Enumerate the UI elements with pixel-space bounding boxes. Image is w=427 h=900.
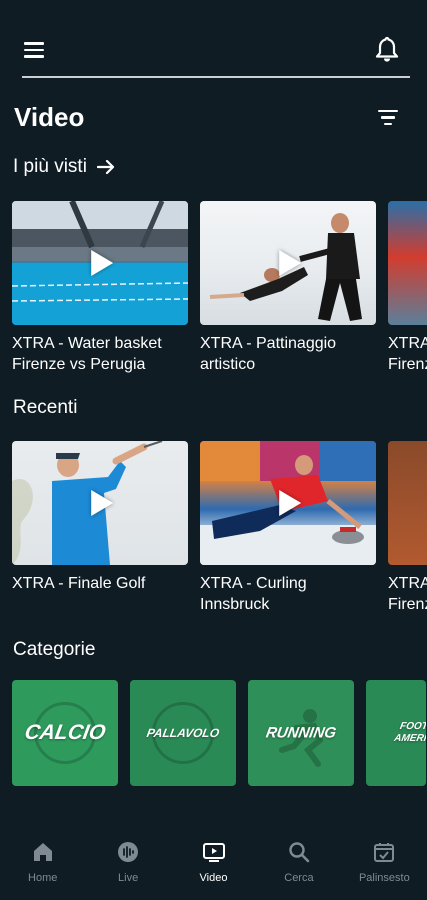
play-icon [91, 250, 114, 276]
category-card[interactable]: RUNNING [248, 680, 354, 786]
calendar-check-icon [374, 843, 395, 862]
video-title: XTRA - Finale Golf [12, 575, 146, 592]
nav-live[interactable]: Live [85, 816, 170, 900]
home-icon [33, 843, 52, 861]
section-title-most-viewed: I più visti [13, 156, 87, 177]
live-icon [118, 842, 139, 862]
video-thumbnail [12, 201, 188, 325]
nav-label: Home [28, 872, 58, 884]
category-card[interactable]: FOOTBALL AMERICANO [366, 680, 426, 786]
search-icon [289, 842, 310, 863]
categories-header: Categorie [13, 639, 95, 661]
play-icon [279, 250, 302, 276]
most-viewed-row: XTRA - Water basket Firenze vs Perugia X… [12, 201, 427, 375]
category-label: CALCIO [22, 721, 108, 744]
category-label: FOOTBALL AMERICANO [393, 721, 426, 744]
video-card[interactable]: XTRA - Finale Golf [12, 441, 188, 615]
hamburger-menu-icon[interactable] [24, 42, 46, 60]
recent-row: XTRA - Finale Golf XTRA - Curling Innsbr… [12, 441, 427, 615]
nav-video[interactable]: Video [171, 816, 256, 900]
nav-label: Palinsesto [358, 872, 410, 884]
video-title: XTRA - Water basket Firenze vs Perugia [12, 335, 162, 373]
video-title: XTRA - Pattinaggio artistico [200, 335, 337, 373]
category-card[interactable]: PALLAVOLO [130, 680, 236, 786]
video-thumbnail [12, 441, 188, 565]
category-label: PALLAVOLO [145, 726, 221, 740]
video-title: XTRA - Firenz [388, 575, 427, 613]
category-card[interactable]: CALCIO [12, 680, 118, 786]
video-card[interactable]: XTRA - Pattinaggio artistico [200, 201, 376, 375]
video-title: XTRA - Curling Innsbruck [200, 575, 307, 613]
categories-row: CALCIO PALLAVOLO RUNNING FOOTBALL AMERIC… [12, 680, 426, 786]
section-title-categories: Categorie [13, 639, 96, 660]
bell-icon[interactable] [375, 36, 399, 64]
nav-search[interactable]: Cerca [256, 816, 341, 900]
recent-header: Recenti [13, 397, 77, 419]
nav-home[interactable]: Home [0, 816, 85, 900]
header-divider [22, 76, 410, 78]
video-thumbnail [200, 201, 376, 325]
play-icon [91, 490, 114, 516]
video-thumbnail [388, 441, 427, 565]
top-bar [0, 0, 427, 80]
most-viewed-header[interactable]: I più visti [13, 156, 115, 178]
page-title: Video [14, 102, 85, 132]
bottom-navigation: Home Live Video Cerca Palinsesto [0, 816, 427, 900]
nav-label: Cerca [284, 872, 314, 884]
video-icon [202, 843, 225, 862]
video-card[interactable]: XTRA - Firenz [388, 201, 427, 375]
nav-label: Live [118, 872, 139, 884]
video-thumbnail [388, 201, 427, 325]
category-label: RUNNING [264, 724, 338, 742]
nav-label: Video [199, 872, 228, 884]
play-icon [279, 490, 302, 516]
filter-icon[interactable] [377, 110, 399, 128]
arrow-right-icon[interactable] [96, 159, 115, 175]
video-card[interactable]: XTRA - Water basket Firenze vs Perugia [12, 201, 188, 375]
video-card[interactable]: XTRA - Curling Innsbruck [200, 441, 376, 615]
section-title-recent: Recenti [13, 397, 78, 418]
video-title: XTRA - Firenz [388, 335, 427, 373]
video-thumbnail [200, 441, 376, 565]
nav-schedule[interactable]: Palinsesto [342, 816, 427, 900]
video-card[interactable]: XTRA - Firenz [388, 441, 427, 615]
